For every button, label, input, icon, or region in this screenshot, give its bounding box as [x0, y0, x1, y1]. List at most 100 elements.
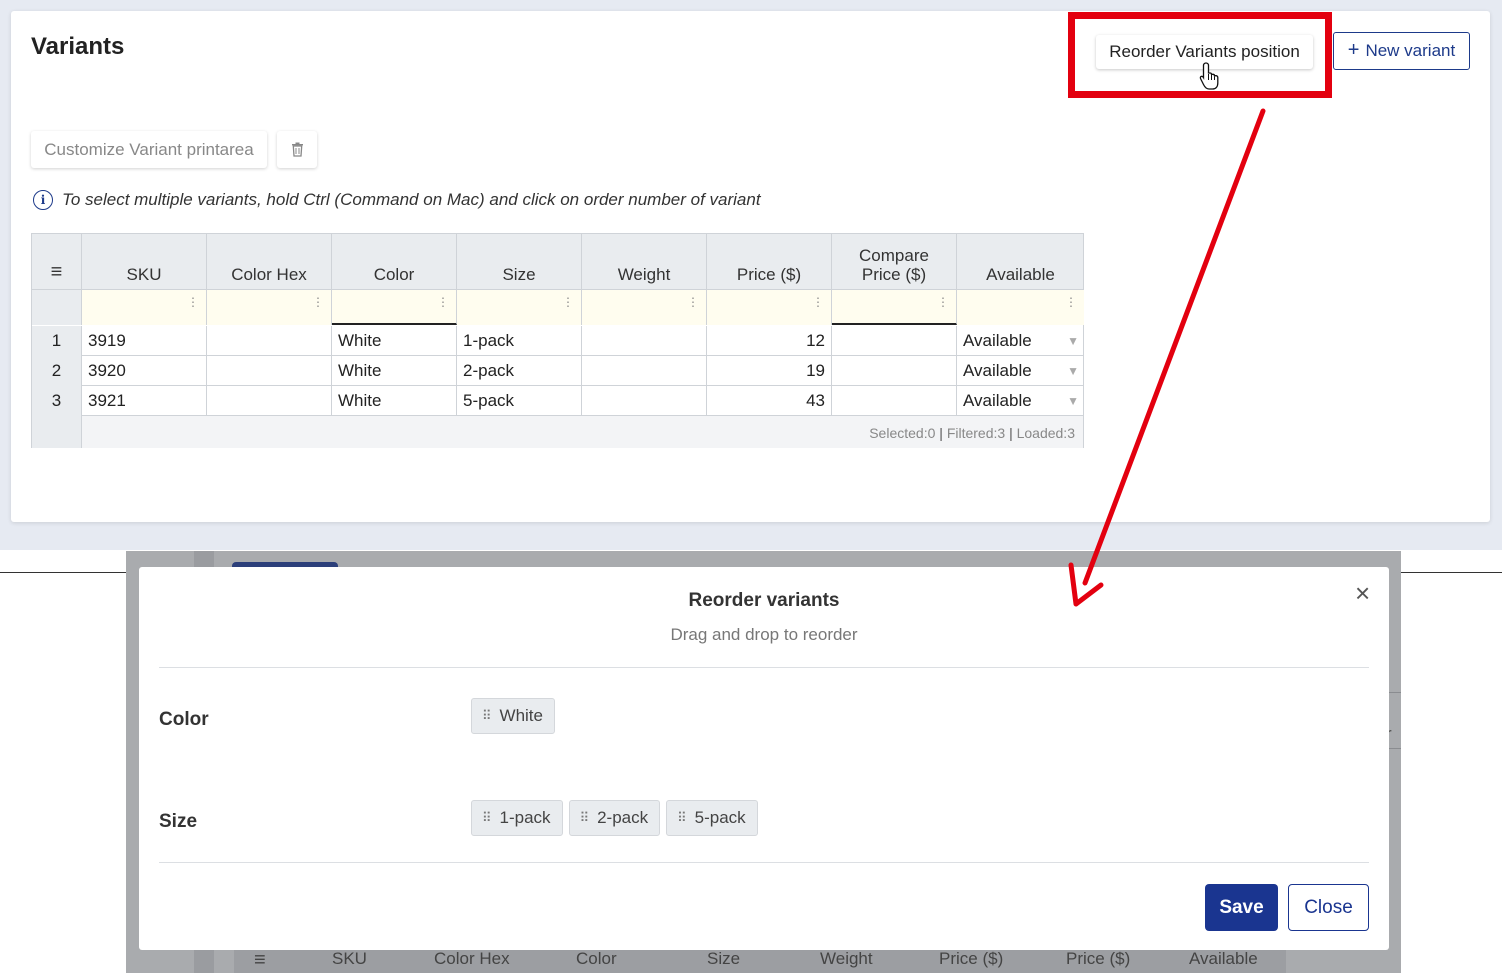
filter-menu-icon[interactable]: ⋮: [562, 296, 574, 308]
chip-label: 2-pack: [597, 808, 649, 827]
available-value: Available: [963, 331, 1032, 350]
filter-cell-compare-price[interactable]: ⋮: [832, 290, 957, 325]
modal-title: Reorder variants: [688, 590, 840, 611]
filter-menu-icon[interactable]: ⋮: [187, 296, 199, 308]
cell-available[interactable]: Available ▼: [957, 386, 1084, 416]
option-label-size: Size: [159, 811, 198, 832]
column-header-available[interactable]: Available: [957, 234, 1084, 290]
draggable-chip[interactable]: ⠿ 2-pack: [568, 800, 661, 836]
status-loaded: Loaded:3: [1016, 425, 1075, 441]
cell-size[interactable]: 2-pack: [457, 356, 582, 386]
cell-compare-price[interactable]: [832, 386, 957, 416]
new-variant-button[interactable]: + New variant: [1333, 32, 1470, 70]
filter-cell-color-hex[interactable]: ⋮: [207, 290, 332, 325]
new-variant-label: New variant: [1365, 41, 1456, 60]
chip-label: 5-pack: [694, 808, 746, 827]
filter-menu-icon[interactable]: ⋮: [1065, 296, 1077, 308]
save-button[interactable]: Save: [1205, 884, 1278, 931]
plus-icon: +: [1347, 39, 1360, 61]
column-header-color-hex[interactable]: Color Hex: [207, 234, 332, 290]
column-header-color[interactable]: Color: [332, 234, 457, 290]
filter-menu-icon[interactable]: ⋮: [687, 296, 699, 308]
drag-handle-icon[interactable]: ⠿: [482, 810, 491, 826]
cell-size[interactable]: 1-pack: [457, 326, 582, 356]
delete-button[interactable]: [277, 131, 317, 168]
cell-price[interactable]: 12: [707, 326, 832, 356]
draggable-chip[interactable]: ⠿ 1-pack: [471, 800, 563, 836]
row-index[interactable]: 2: [32, 356, 82, 386]
cell-weight[interactable]: [582, 386, 707, 416]
filter-cell-color[interactable]: ⋮: [332, 290, 457, 325]
dropdown-arrow-icon[interactable]: ▼: [1067, 326, 1079, 356]
cell-compare-price[interactable]: [832, 326, 957, 356]
filter-cell-price[interactable]: ⋮: [707, 290, 832, 325]
row-index[interactable]: 1: [32, 326, 82, 356]
info-text: To select multiple variants, hold Ctrl (…: [62, 190, 761, 209]
status-selected: Selected:0: [869, 425, 936, 441]
cell-sku[interactable]: 3921: [82, 386, 207, 416]
filter-menu-icon[interactable]: ⋮: [312, 296, 324, 308]
cell-size[interactable]: 5-pack: [457, 386, 582, 416]
table-row[interactable]: 2 3920 White 2-pack 19 Available ▼: [32, 356, 1083, 386]
compare-price-line-2: Price ($): [861, 265, 927, 284]
cell-price[interactable]: 19: [707, 356, 832, 386]
drag-handle-icon[interactable]: ⠿: [677, 810, 686, 826]
filter-menu-icon[interactable]: ⋮: [437, 296, 449, 308]
cell-color-hex[interactable]: [207, 326, 332, 356]
cell-available[interactable]: Available ▼: [957, 356, 1084, 386]
drag-handle-icon[interactable]: ⠿: [580, 810, 589, 826]
grid-menu-icon[interactable]: ≡: [32, 234, 82, 290]
dropdown-arrow-icon[interactable]: ▼: [1067, 356, 1079, 386]
modal-divider: [159, 862, 1369, 863]
close-icon[interactable]: ×: [1355, 580, 1370, 606]
compare-price-line-1: Compare: [859, 246, 929, 265]
cell-compare-price[interactable]: [832, 356, 957, 386]
trash-icon: [291, 142, 303, 157]
cell-available[interactable]: Available ▼: [957, 326, 1084, 356]
row-index[interactable]: 3: [32, 386, 82, 416]
filter-menu-icon[interactable]: ⋮: [812, 296, 824, 308]
info-icon: i: [33, 190, 53, 210]
cell-price[interactable]: 43: [707, 386, 832, 416]
table-row[interactable]: 1 3919 White 1-pack 12 Available ▼: [32, 326, 1083, 356]
drag-handle-icon[interactable]: ⠿: [482, 708, 491, 724]
cell-color-hex[interactable]: [207, 356, 332, 386]
grid-status-text: Selected:0 | Filtered:3 | Loaded:3: [869, 425, 1075, 441]
column-header-weight[interactable]: Weight: [582, 234, 707, 290]
info-message: i To select multiple variants, hold Ctrl…: [33, 190, 761, 210]
available-value: Available: [963, 361, 1032, 380]
cell-sku[interactable]: 3919: [82, 326, 207, 356]
reorder-variants-modal: Reorder variants Drag and drop to reorde…: [139, 567, 1389, 950]
draggable-chip[interactable]: ⠿ White: [471, 698, 555, 734]
page-title: Variants: [31, 33, 125, 60]
cell-color[interactable]: White: [332, 386, 457, 416]
cell-weight[interactable]: [582, 356, 707, 386]
close-button[interactable]: Close: [1288, 884, 1369, 931]
variants-card: Variants Reorder Variants position + New…: [11, 11, 1490, 522]
dropdown-arrow-icon[interactable]: ▼: [1067, 386, 1079, 416]
column-header-sku[interactable]: SKU: [82, 234, 207, 290]
table-row[interactable]: 3 3921 White 5-pack 43 Available ▼: [32, 386, 1083, 416]
color-values: ⠿ White: [471, 698, 555, 734]
cell-color[interactable]: White: [332, 356, 457, 386]
filter-cell-available[interactable]: ⋮: [957, 290, 1084, 325]
filter-cell-index: [32, 290, 82, 325]
grid-filter-row: ⋮ ⋮ ⋮ ⋮ ⋮ ⋮ ⋮ ⋮: [32, 290, 1084, 325]
customize-printarea-button[interactable]: Customize Variant printarea: [31, 131, 267, 168]
cell-color-hex[interactable]: [207, 386, 332, 416]
filter-menu-icon[interactable]: ⋮: [937, 296, 949, 308]
filter-cell-size[interactable]: ⋮: [457, 290, 582, 325]
draggable-chip[interactable]: ⠿ 5-pack: [666, 800, 758, 836]
cell-color[interactable]: White: [332, 326, 457, 356]
modal-divider: [159, 667, 1369, 668]
column-header-price[interactable]: Price ($): [707, 234, 832, 290]
cell-weight[interactable]: [582, 326, 707, 356]
chip-label: White: [499, 706, 543, 725]
filter-cell-weight[interactable]: ⋮: [582, 290, 707, 325]
cell-sku[interactable]: 3920: [82, 356, 207, 386]
column-header-compare-price[interactable]: Compare Price ($): [832, 234, 957, 290]
column-header-size[interactable]: Size: [457, 234, 582, 290]
chip-label: 1-pack: [499, 808, 551, 827]
modal-subtitle: Drag and drop to reorder: [670, 625, 858, 644]
filter-cell-sku[interactable]: ⋮: [82, 290, 207, 325]
